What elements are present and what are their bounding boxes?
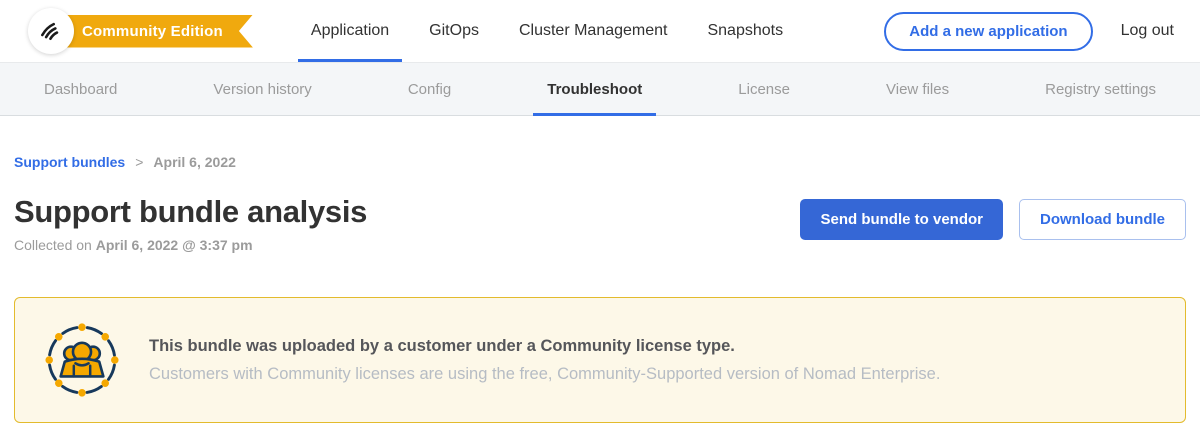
header-actions: Send bundle to vendor Download bundle bbox=[800, 194, 1186, 240]
subnav-item-registry-settings[interactable]: Registry settings bbox=[1031, 63, 1170, 115]
subnav-item-license[interactable]: License bbox=[724, 63, 804, 115]
tab-application[interactable]: Application bbox=[298, 0, 402, 62]
subnav-item-config[interactable]: Config bbox=[394, 63, 465, 115]
tab-gitops[interactable]: GitOps bbox=[416, 0, 492, 62]
subnav-item-view-files[interactable]: View files bbox=[872, 63, 963, 115]
breadcrumb-current: April 6, 2022 bbox=[153, 154, 236, 170]
tab-snapshots[interactable]: Snapshots bbox=[694, 0, 796, 62]
app-subnav: Dashboard Version history Config Trouble… bbox=[0, 62, 1200, 116]
breadcrumb-support-bundles-link[interactable]: Support bundles bbox=[14, 154, 125, 170]
page-title: Support bundle analysis bbox=[14, 194, 367, 230]
title-block: Support bundle analysis Collected on Apr… bbox=[14, 194, 367, 253]
subnav-item-dashboard[interactable]: Dashboard bbox=[30, 63, 131, 115]
add-new-application-button[interactable]: Add a new application bbox=[884, 12, 1092, 51]
tab-cluster-management[interactable]: Cluster Management bbox=[506, 0, 681, 62]
logout-link[interactable]: Log out bbox=[1121, 22, 1182, 40]
subnav-item-troubleshoot[interactable]: Troubleshoot bbox=[533, 63, 656, 115]
collected-on-line: Collected on April 6, 2022 @ 3:37 pm bbox=[14, 237, 367, 253]
banner-headline: This bundle was uploaded by a customer u… bbox=[149, 337, 940, 356]
replicated-logo-icon bbox=[38, 16, 64, 47]
topnav-right: Add a new application Log out bbox=[884, 0, 1182, 62]
breadcrumb: Support bundles > April 6, 2022 bbox=[14, 154, 1186, 170]
banner-subtext: Customers with Community licenses are us… bbox=[149, 365, 940, 384]
community-people-icon bbox=[41, 319, 123, 401]
collected-timestamp: April 6, 2022 @ 3:37 pm bbox=[96, 237, 253, 253]
community-edition-badge: Community Edition bbox=[48, 15, 253, 48]
main-content: Support bundles > April 6, 2022 Support … bbox=[0, 116, 1200, 423]
community-license-banner: This bundle was uploaded by a customer u… bbox=[14, 297, 1186, 423]
page-header: Support bundle analysis Collected on Apr… bbox=[14, 194, 1186, 253]
breadcrumb-separator: > bbox=[135, 154, 143, 170]
subnav-item-version-history[interactable]: Version history bbox=[199, 63, 325, 115]
send-bundle-to-vendor-button[interactable]: Send bundle to vendor bbox=[800, 199, 1003, 240]
top-nav-tabs: Application GitOps Cluster Management Sn… bbox=[291, 0, 803, 62]
top-navbar: Community Edition Application GitOps Clu… bbox=[0, 0, 1200, 62]
banner-text: This bundle was uploaded by a customer u… bbox=[149, 337, 940, 384]
collected-prefix: Collected on bbox=[14, 237, 92, 253]
download-bundle-button[interactable]: Download bundle bbox=[1019, 199, 1186, 240]
replicated-logo[interactable] bbox=[28, 8, 74, 54]
brand: Community Edition bbox=[28, 0, 253, 62]
